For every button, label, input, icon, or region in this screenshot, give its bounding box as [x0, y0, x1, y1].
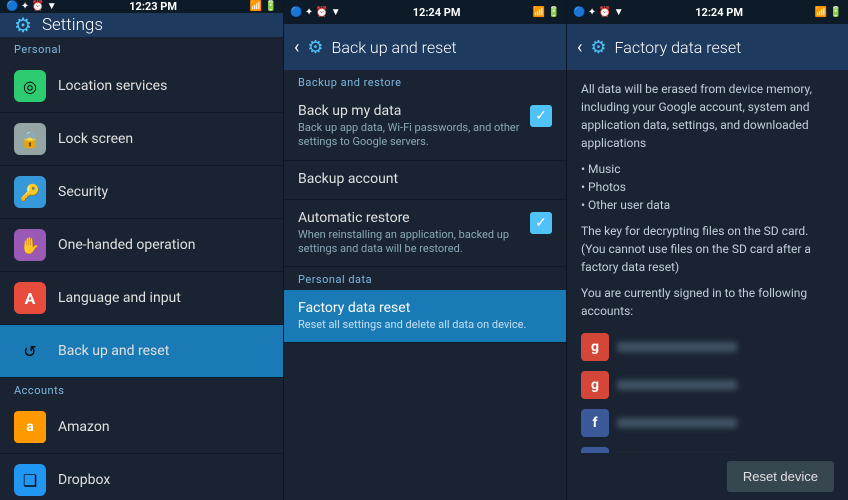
left-panel: 🔵 ✦ ⏰ ▼ 12:23 PM 📶 🔋 ⚙ Settings Personal… — [0, 0, 284, 500]
menu-item-language[interactable]: A Language and input — [0, 272, 283, 325]
automatic-restore-sub: When reinstalling an application, backed… — [298, 228, 522, 257]
status-icons-middle: 🔵 ✦ ⏰ ▼ — [290, 7, 341, 18]
menu-label-backup: Back up and reset — [58, 343, 169, 359]
account-name-blur-1 — [617, 342, 737, 352]
backup-my-data-title: Back up my data — [298, 103, 522, 119]
reset-device-button[interactable]: Reset device — [727, 461, 834, 492]
signal-icons-middle: 📶 🔋 — [533, 7, 560, 18]
menu-item-location[interactable]: ◎ Location services — [0, 60, 283, 113]
account-row-facebook2: f — [581, 442, 834, 453]
menu-item-lockscreen[interactable]: 🔒 Lock screen — [0, 113, 283, 166]
menu-item-dropbox[interactable]: ❏ Dropbox — [0, 454, 283, 500]
menu-label-amazon: Amazon — [58, 419, 110, 435]
settings-title: Settings — [42, 15, 103, 35]
time-middle: 12:24 PM — [413, 6, 461, 19]
time-right: 12:24 PM — [695, 6, 743, 19]
middle-header: ‹ ⚙ Back up and reset — [284, 24, 566, 70]
menu-label-onehanded: One-handed operation — [58, 237, 195, 253]
menu-label-lockscreen: Lock screen — [58, 131, 133, 147]
menu-label-location: Location services — [58, 78, 167, 94]
backup-icon: ↺ — [14, 335, 46, 367]
backup-account-content: Backup account — [298, 171, 552, 189]
time-left: 12:23 PM — [129, 0, 177, 13]
factory-reset-sub: Reset all settings and delete all data o… — [298, 318, 552, 332]
account-row-google1: g — [581, 328, 834, 366]
automatic-restore-checkbox[interactable]: ✓ — [530, 212, 552, 234]
right-header: ‹ ⚙ Factory data reset — [567, 24, 848, 70]
account-name-blur-3 — [617, 418, 737, 428]
section-personal-label: Personal — [0, 37, 283, 60]
backup-my-data-sub: Back up app data, Wi-Fi passwords, and o… — [298, 121, 522, 150]
back-arrow-right[interactable]: ‹ — [577, 37, 582, 58]
amazon-icon: a — [14, 411, 46, 443]
settings-header: ⚙ Settings — [0, 13, 283, 37]
google-icon-1: g — [581, 333, 609, 361]
automatic-restore-item[interactable]: Automatic restore When reinstalling an a… — [284, 200, 566, 268]
accounts-list: g g f f ❏ — [581, 328, 834, 453]
account-name-blur-2 — [617, 380, 737, 390]
status-bar-left: 🔵 ✦ ⏰ ▼ 12:23 PM 📶 🔋 — [0, 0, 283, 13]
menu-label-dropbox: Dropbox — [58, 472, 110, 488]
backup-my-data-item[interactable]: Back up my data Back up app data, Wi-Fi … — [284, 93, 566, 161]
facebook-icon-1: f — [581, 409, 609, 437]
factory-reset-bullets: • Music• Photos• Other user data — [581, 160, 834, 214]
menu-item-amazon[interactable]: a Amazon — [0, 401, 283, 454]
factory-header-icon: ⚙ — [590, 37, 606, 58]
backup-header-icon: ⚙ — [307, 37, 323, 58]
account-row-facebook1: f — [581, 404, 834, 442]
right-panel: 🔵 ✦ ⏰ ▼ 12:24 PM 📶 🔋 ‹ ⚙ Factory data re… — [567, 0, 848, 500]
section-accounts-label: Accounts — [0, 378, 283, 401]
status-bar-middle: 🔵 ✦ ⏰ ▼ 12:24 PM 📶 🔋 — [284, 0, 566, 24]
factory-reset-description: All data will be erased from device memo… — [567, 70, 848, 453]
factory-reset-title: Factory data reset — [298, 300, 552, 316]
lock-icon: 🔒 — [14, 123, 46, 155]
status-icons-left: 🔵 ✦ ⏰ ▼ — [6, 1, 57, 12]
menu-item-backup[interactable]: ↺ Back up and reset — [0, 325, 283, 378]
facebook-icon-2: f — [581, 447, 609, 453]
status-icons-right: 🔵 ✦ ⏰ ▼ — [573, 7, 624, 18]
factory-reset-item[interactable]: Factory data reset Reset all settings an… — [284, 290, 566, 343]
signal-icons-right: 📶 🔋 — [815, 7, 842, 18]
right-header-title: Factory data reset — [615, 38, 742, 57]
location-icon: ◎ — [14, 70, 46, 102]
factory-reset-warning: All data will be erased from device memo… — [581, 80, 834, 152]
signal-icons-left: 📶 🔋 — [250, 1, 277, 12]
menu-item-security[interactable]: 🔑 Security — [0, 166, 283, 219]
middle-panel: 🔵 ✦ ⏰ ▼ 12:24 PM 📶 🔋 ‹ ⚙ Back up and res… — [284, 0, 567, 500]
onehanded-icon: ✋ — [14, 229, 46, 261]
automatic-restore-content: Automatic restore When reinstalling an a… — [298, 210, 522, 257]
factory-reset-content: Factory data reset Reset all settings an… — [298, 300, 552, 332]
backup-my-data-content: Back up my data Back up app data, Wi-Fi … — [298, 103, 522, 150]
menu-label-language: Language and input — [58, 290, 181, 306]
menu-item-onehanded[interactable]: ✋ One-handed operation — [0, 219, 283, 272]
security-icon: 🔑 — [14, 176, 46, 208]
language-icon: A — [14, 282, 46, 314]
middle-header-title: Back up and reset — [332, 38, 457, 57]
personal-data-label: Personal data — [284, 267, 566, 290]
right-panel-body: All data will be erased from device memo… — [567, 70, 848, 500]
backup-restore-label: Backup and restore — [284, 70, 566, 93]
google-icon-2: g — [581, 371, 609, 399]
menu-label-security: Security — [58, 184, 108, 200]
account-row-google2: g — [581, 366, 834, 404]
factory-reset-sdcard: The key for decrypting files on the SD c… — [581, 222, 834, 276]
status-bar-right: 🔵 ✦ ⏰ ▼ 12:24 PM 📶 🔋 — [567, 0, 848, 24]
backup-account-title: Backup account — [298, 171, 552, 187]
gear-icon: ⚙ — [14, 13, 32, 37]
back-arrow-middle[interactable]: ‹ — [294, 37, 299, 58]
backup-my-data-checkbox[interactable]: ✓ — [530, 105, 552, 127]
factory-reset-accounts-note: You are currently signed in to the follo… — [581, 284, 834, 320]
automatic-restore-title: Automatic restore — [298, 210, 522, 226]
dropbox-icon: ❏ — [14, 464, 46, 496]
backup-account-item[interactable]: Backup account — [284, 161, 566, 200]
